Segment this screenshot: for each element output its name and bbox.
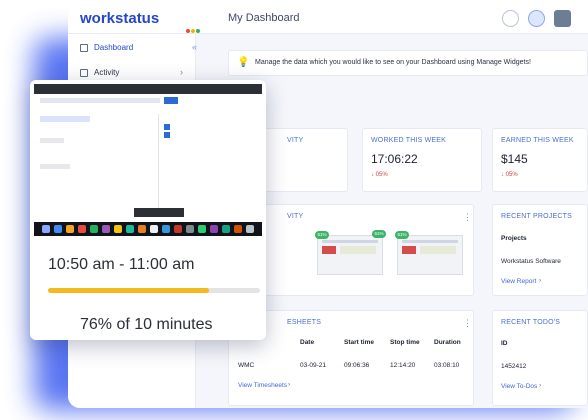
stat-delta: ↓ 05%	[371, 172, 388, 178]
view-todos-link[interactable]: View To-Dos	[501, 383, 537, 390]
time-range: 10:50 am - 11:00 am	[48, 256, 195, 273]
chevron-right-icon: ›	[180, 67, 183, 77]
activity-progress-fill	[48, 288, 210, 293]
sidebar-item-activity[interactable]: Activity	[80, 68, 119, 77]
screenshot-thumbnail[interactable]: 61%	[395, 231, 463, 275]
widget-title: RECENT TODO'S	[501, 319, 561, 326]
stat-value: $145	[501, 152, 528, 166]
captured-screenshot[interactable]	[34, 84, 262, 236]
stat-title: EARNED THIS WEEK	[501, 137, 574, 144]
column-header: Date	[300, 339, 315, 346]
chevron-right-icon: ›	[539, 277, 542, 284]
column-header: Duration	[434, 339, 461, 346]
stat-card-earned: EARNED THIS WEEK $145 ↓ 05%	[492, 128, 588, 192]
column-header: Start time	[344, 339, 374, 346]
screenshot-thumbnail[interactable]: 61%	[315, 231, 383, 275]
chevron-right-icon: ›	[539, 382, 542, 389]
widget-title: VITY	[287, 213, 304, 220]
stat-title: WORKED THIS WEEK	[371, 137, 447, 144]
globe-icon[interactable]	[528, 10, 545, 27]
widget-title: RECENT PROJECTS	[501, 213, 572, 220]
list-item: 1452412	[501, 363, 527, 370]
collapse-sidebar-icon[interactable]: «	[192, 42, 197, 52]
table-cell: 03-09-21	[300, 362, 327, 369]
activity-percent-badge: 61%	[372, 230, 386, 238]
stat-card-worked: WORKED THIS WEEK 17:06:22 ↓ 05%	[362, 128, 482, 192]
list-item: Workstatus Software	[501, 258, 561, 265]
column-header: Stop time	[390, 339, 420, 346]
activity-icon	[80, 68, 88, 77]
table-cell: WMC	[238, 362, 255, 369]
table-cell: 12:14:20	[390, 362, 416, 369]
table-cell: 03:08:10	[434, 362, 460, 369]
org-chart-icon[interactable]	[502, 10, 519, 27]
column-header: ID	[501, 340, 508, 347]
activity-percent-badge: 61%	[395, 231, 409, 239]
recent-projects-widget: RECENT PROJECTS Projects Workstatus Soft…	[492, 204, 588, 296]
stat-delta: ↓ 05%	[501, 172, 518, 178]
banner-text: Manage the data which you would like to …	[255, 59, 531, 66]
more-options-icon[interactable]: ⋮	[463, 212, 472, 223]
app-logo[interactable]: workstatus	[80, 10, 159, 27]
stat-title: VITY	[287, 137, 304, 144]
widget-title: ESHEETS	[287, 319, 322, 326]
sidebar-item-dashboard[interactable]: Dashboard	[80, 43, 133, 52]
activity-progress-bar	[48, 288, 260, 293]
recent-todos-widget: RECENT TODO'S ID 1452412 View To-Dos ›	[492, 310, 588, 406]
view-timesheets-link[interactable]: View Timesheets	[238, 382, 287, 389]
chevron-right-icon: ›	[288, 381, 291, 388]
top-bar: workstatus My Dashboard	[68, 4, 588, 34]
view-report-link[interactable]: View Report	[501, 278, 536, 285]
sidebar-item-label: Dashboard	[94, 43, 134, 52]
more-options-icon[interactable]: ⋮	[463, 318, 472, 329]
stat-value: 17:06:22	[371, 152, 418, 166]
sidebar-item-label: Activity	[94, 68, 120, 77]
screenshot-content	[34, 94, 262, 222]
screenshot-detail-card: 10:50 am - 11:00 am 76% of 10 minutes	[30, 80, 266, 340]
avatar[interactable]	[554, 10, 571, 27]
activity-percent-text: 76% of 10 minutes	[80, 316, 213, 333]
activity-percent-badge: 61%	[315, 231, 329, 239]
manage-widgets-banner: 💡 Manage the data which you would like t…	[228, 50, 588, 76]
lightbulb-icon: 💡	[237, 57, 250, 68]
page-title: My Dashboard	[228, 12, 300, 24]
table-cell: 09:06:36	[344, 362, 370, 369]
grid-icon	[80, 43, 88, 52]
taskbar	[34, 222, 262, 236]
column-header: Projects	[501, 235, 527, 242]
